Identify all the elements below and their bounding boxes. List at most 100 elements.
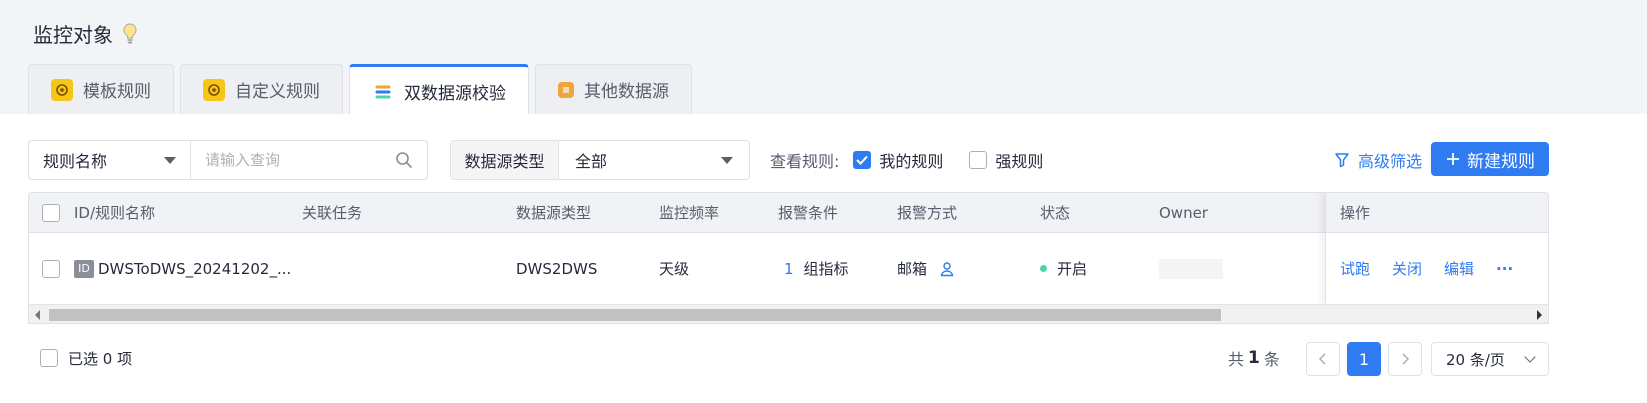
chevron-right-icon	[1402, 353, 1410, 365]
horizontal-scrollbar[interactable]	[29, 304, 1548, 323]
lightbulb-icon	[123, 22, 137, 43]
close-link[interactable]: 关闭	[1392, 258, 1422, 279]
page-title-text: 监控对象	[33, 23, 113, 47]
datasource-select[interactable]: 全部	[559, 141, 749, 179]
scrollbar-thumb[interactable]	[49, 309, 1221, 321]
status-cell: 开启	[1040, 233, 1087, 304]
page-size-value: 20 条/页	[1446, 350, 1505, 369]
datasource-filter: 数据源类型 全部	[450, 140, 750, 180]
table-row: ID DWSToDWS_20241202_... DWS2DWS 天级 1 组指…	[29, 233, 1548, 304]
alarm-condition-cell: 1 组指标	[784, 233, 849, 304]
column-header-status: 状态	[1040, 204, 1071, 222]
checkbox-icon	[42, 203, 60, 222]
status-text: 开启	[1057, 260, 1088, 278]
search-box	[191, 141, 427, 179]
new-rule-button[interactable]: 新建规则	[1431, 142, 1549, 176]
tab-label: 其他数据源	[584, 82, 669, 102]
tab-other-datasource[interactable]: 其他数据源	[535, 64, 692, 114]
tab-label: 模板规则	[83, 82, 151, 102]
id-badge: ID	[74, 259, 94, 278]
scroll-right-icon[interactable]	[1537, 310, 1542, 320]
strong-rules-checkbox[interactable]: 强规则	[969, 148, 1043, 172]
chevron-down-icon	[1524, 351, 1536, 363]
table-header: ID/规则名称 关联任务 数据源类型 监控频率 报警条件 报警方式 状态 Own…	[29, 193, 1548, 233]
advanced-filter-label: 高级筛选	[1358, 152, 1423, 171]
datasource-cell: DWS2DWS	[516, 259, 598, 278]
column-header-alarm-method: 报警方式	[897, 204, 958, 222]
column-header-actions: 操作	[1326, 193, 1548, 233]
checkbox-icon	[969, 151, 988, 169]
column-header-datasource: 数据源类型	[516, 204, 592, 222]
chevron-left-icon	[1318, 353, 1326, 365]
next-page-button[interactable]	[1388, 342, 1422, 376]
user-icon[interactable]	[939, 261, 955, 277]
checkbox-checked-icon	[853, 151, 872, 169]
alarm-count-link[interactable]: 1	[784, 260, 794, 278]
my-rules-label: 我的规则	[879, 152, 944, 171]
selected-count-label: 已选 0 项	[68, 349, 133, 368]
selected-count: 已选 0 项	[40, 338, 132, 378]
tab-label: 双数据源校验	[404, 84, 506, 104]
my-rules-checkbox[interactable]: 我的规则	[853, 148, 943, 172]
page-size-select[interactable]: 20 条/页	[1431, 342, 1549, 376]
alarm-method-cell: 邮箱	[897, 233, 955, 304]
footer-select-checkbox[interactable]	[40, 349, 58, 367]
alarm-method: 邮箱	[897, 260, 928, 278]
alarm-unit: 组指标	[803, 260, 849, 278]
prev-page-button[interactable]	[1306, 342, 1340, 376]
total-prefix: 共	[1228, 350, 1245, 369]
toolbar: 规则名称 数据源类型 全部 查看规则: 我的规则	[28, 140, 1626, 180]
frequency-cell: 天级	[659, 260, 690, 278]
custom-icon	[203, 78, 225, 101]
tab-template-rules[interactable]: 模板规则	[28, 64, 174, 114]
more-icon[interactable]: ···	[1496, 260, 1513, 278]
column-header-owner: Owner	[1159, 203, 1208, 222]
view-rules-label: 查看规则:	[770, 152, 840, 171]
datasource-value: 全部	[575, 152, 608, 171]
strong-rules-label: 强规则	[995, 152, 1044, 171]
row-checkbox[interactable]	[42, 233, 60, 304]
scroll-left-icon[interactable]	[35, 310, 40, 320]
checkbox-icon	[42, 259, 60, 278]
column-header-id-name: ID/规则名称	[74, 204, 156, 222]
main-panel: 规则名称 数据源类型 全部 查看规则: 我的规则	[0, 114, 1647, 403]
tab-dual-datasource[interactable]: 双数据源校验	[349, 64, 529, 116]
rules-table: ID/规则名称 关联任务 数据源类型 监控频率 报警条件 报警方式 状态 Own…	[28, 192, 1549, 324]
field-select[interactable]: 规则名称	[29, 141, 191, 179]
caret-down-icon	[164, 156, 176, 164]
filter-icon	[1335, 153, 1349, 168]
column-header-alarm-condition: 报警条件	[778, 204, 839, 222]
rule-name-cell[interactable]: ID DWSToDWS_20241202_...	[74, 233, 291, 304]
table-footer: 已选 0 项 共 1 条 1 20 条/页	[28, 338, 1626, 378]
status-dot-icon	[1040, 265, 1047, 272]
search-combo: 规则名称	[28, 140, 428, 180]
trial-run-link[interactable]: 试跑	[1340, 258, 1370, 279]
actions-column: 操作 试跑 关闭 编辑 ···	[1325, 193, 1548, 304]
advanced-filter-button[interactable]: 高级筛选	[1334, 140, 1422, 180]
tab-custom-rules[interactable]: 自定义规则	[180, 64, 343, 114]
owner-cell	[1159, 233, 1223, 304]
column-header-task: 关联任务	[302, 204, 363, 222]
header: 监控对象 模板规则 自定义规则 双数据源校验 其他数据源	[0, 0, 1647, 116]
view-rules-group: 查看规则: 我的规则 强规则	[770, 140, 1043, 180]
plus-icon	[1447, 153, 1459, 165]
column-header-frequency: 监控频率	[659, 204, 720, 222]
owner-avatar	[1159, 258, 1223, 279]
tab-label: 自定义规则	[235, 82, 320, 102]
search-icon[interactable]	[395, 151, 413, 169]
tab-bar: 模板规则 自定义规则 双数据源校验 其他数据源	[28, 64, 692, 116]
row-actions: 试跑 关闭 编辑 ···	[1326, 233, 1548, 304]
new-rule-label: 新建规则	[1467, 151, 1535, 172]
other-source-icon	[558, 81, 574, 98]
edit-link[interactable]: 编辑	[1444, 258, 1474, 279]
total-count: 共 1 条	[1228, 338, 1280, 378]
select-all-checkbox[interactable]	[42, 193, 60, 232]
search-input[interactable]	[205, 151, 385, 169]
caret-down-icon	[721, 156, 733, 164]
total-suffix: 条	[1263, 350, 1280, 369]
template-icon	[51, 78, 73, 101]
total-number: 1	[1248, 348, 1260, 368]
page-1-button[interactable]: 1	[1347, 342, 1381, 376]
rule-name: DWSToDWS_20241202_...	[98, 259, 292, 278]
datasource-label: 数据源类型	[451, 141, 559, 179]
